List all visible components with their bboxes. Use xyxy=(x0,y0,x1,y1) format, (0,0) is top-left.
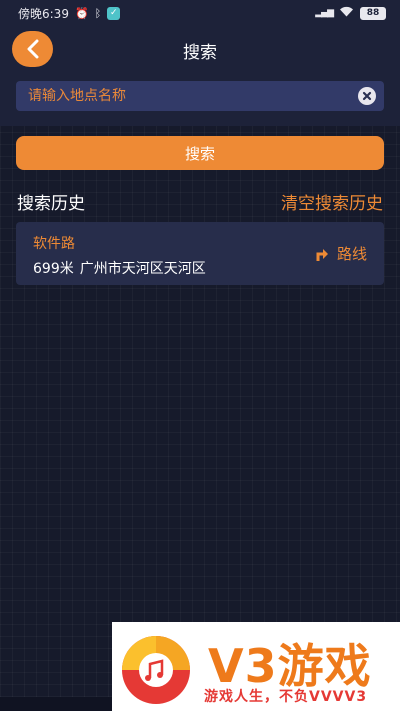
history-item-detail: 699米 广州市天河区天河区 xyxy=(33,258,206,278)
status-bar: 傍晚6:39 ⏰ ᛒ ✓ ▂▄▆ 88 xyxy=(0,0,400,26)
route-turn-icon xyxy=(316,248,328,261)
bluetooth-icon: ᛒ xyxy=(94,6,102,20)
history-title: 搜索历史 xyxy=(17,194,85,214)
clear-input-button[interactable] xyxy=(358,87,376,105)
watermark-banner: V3游戏 游戏人生，不负VVVV3 xyxy=(112,622,400,711)
status-left: 傍晚6:39 ⏰ ᛒ ✓ xyxy=(18,5,121,22)
clear-history-button[interactable]: 清空搜索历史 xyxy=(281,189,383,214)
battery-icon: 88 xyxy=(360,6,386,20)
history-item[interactable]: 软件路 699米 广州市天河区天河区 路线 xyxy=(16,222,384,285)
app-notification-icon: ✓ xyxy=(107,6,121,20)
history-item-address: 广州市天河区天河区 xyxy=(79,261,206,277)
v3-logo-icon xyxy=(122,636,190,704)
banner-slogan: 游戏人生，不负VVVV3 xyxy=(204,689,368,705)
wifi-icon xyxy=(339,6,354,20)
history-item-name: 软件路 xyxy=(33,236,75,252)
signal-icon: ▂▄▆ xyxy=(315,8,334,18)
route-button[interactable]: 路线 xyxy=(315,243,367,264)
status-time: 傍晚6:39 xyxy=(18,6,69,21)
close-icon xyxy=(362,91,372,101)
history-item-distance: 699米 xyxy=(33,261,74,277)
search-button[interactable]: 搜索 xyxy=(16,136,384,170)
search-input[interactable] xyxy=(28,88,358,104)
route-label: 路线 xyxy=(336,245,367,263)
page-title: 搜索 xyxy=(183,43,217,63)
status-right: ▂▄▆ 88 xyxy=(315,6,386,20)
bottom-strip xyxy=(0,697,112,711)
search-box xyxy=(16,81,384,111)
alarm-icon: ⏰ xyxy=(74,6,89,20)
